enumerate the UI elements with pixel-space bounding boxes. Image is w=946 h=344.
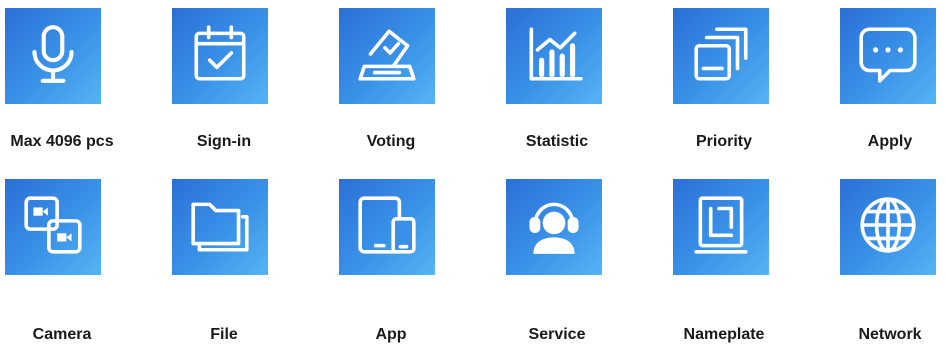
feature-tile bbox=[172, 179, 268, 275]
feature-tile bbox=[673, 179, 769, 275]
dual-camera-icon bbox=[20, 192, 86, 263]
headset-user-icon bbox=[521, 192, 587, 263]
tablet-phone-icon bbox=[354, 192, 420, 263]
feature-tile bbox=[840, 8, 936, 104]
ballot-box-icon bbox=[354, 21, 420, 92]
feature-network: Network bbox=[790, 170, 946, 343]
feature-tile bbox=[506, 179, 602, 275]
chat-bubble-icon bbox=[855, 21, 921, 92]
feature-grid: Max 4096 pcs Sign-in Voting Statistic Pr… bbox=[0, 0, 946, 344]
stacked-windows-icon bbox=[688, 21, 754, 92]
bar-chart-icon bbox=[521, 21, 587, 92]
feature-tile bbox=[339, 179, 435, 275]
globe-icon bbox=[855, 192, 921, 263]
nameplate-icon bbox=[688, 192, 754, 263]
calendar-check-icon bbox=[187, 21, 253, 92]
feature-tile bbox=[5, 179, 101, 275]
feature-tile bbox=[5, 8, 101, 104]
folder-icon bbox=[187, 192, 253, 263]
feature-tile bbox=[840, 179, 936, 275]
microphone-icon bbox=[20, 21, 86, 92]
feature-apply: Apply bbox=[790, 0, 946, 150]
feature-label: Apply bbox=[867, 133, 913, 150]
feature-tile bbox=[673, 8, 769, 104]
feature-label: Network bbox=[858, 326, 922, 343]
feature-tile bbox=[339, 8, 435, 104]
feature-tile bbox=[506, 8, 602, 104]
feature-tile bbox=[172, 8, 268, 104]
